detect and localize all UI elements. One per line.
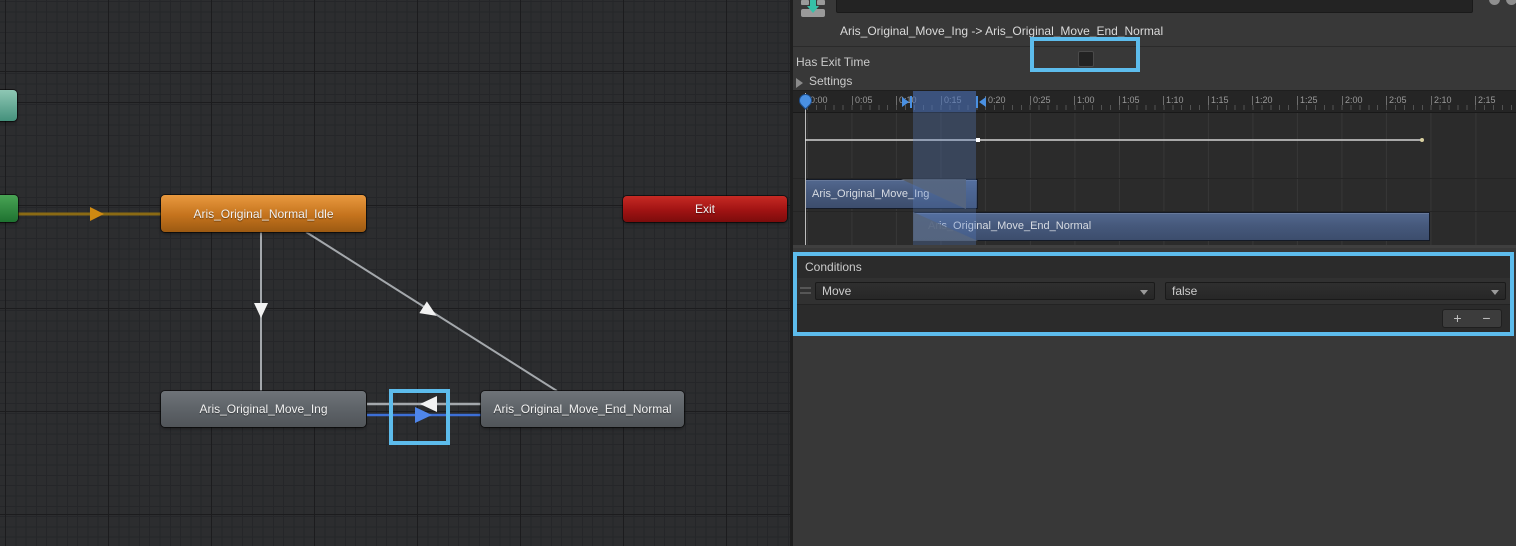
state-move-ing[interactable]: Aris_Original_Move_Ing — [161, 391, 366, 427]
transition-idle-to-move-end[interactable] — [306, 232, 557, 391]
state-normal-idle[interactable]: Aris_Original_Normal_Idle — [161, 195, 366, 232]
drag-handle-icon[interactable] — [800, 287, 811, 295]
conditions-panel: Conditions Move false + − — [793, 252, 1514, 336]
state-exit[interactable]: Exit — [623, 196, 787, 222]
ruler-tick: 2:05 — [1386, 95, 1407, 105]
clip-bar-move-end-normal[interactable]: Aris_Original_Move_End_Normal — [913, 212, 1430, 241]
ruler-tick: 1:20 — [1252, 95, 1273, 105]
transition-end-node-dot[interactable] — [976, 138, 980, 142]
condition-value-dropdown[interactable]: false — [1165, 282, 1506, 300]
condition-value: false — [1172, 284, 1197, 298]
conditions-header: Conditions — [797, 256, 1510, 278]
transition-name-field[interactable] — [836, 0, 1473, 13]
transition-start-marker[interactable] — [902, 96, 912, 108]
blend-weight-line — [805, 139, 1422, 141]
any-state-node[interactable] — [0, 90, 17, 121]
ruler-tick: 2:15 — [1475, 95, 1496, 105]
playhead-line[interactable] — [805, 93, 806, 246]
ruler-tick: 1:00 — [1074, 95, 1095, 105]
condition-parameter-dropdown[interactable]: Move — [815, 282, 1155, 300]
dropdown-arrow-icon — [1140, 290, 1148, 295]
transition-title: Aris_Original_Move_Ing -> Aris_Original_… — [840, 24, 1163, 38]
add-remove-button-group: + − — [1442, 309, 1502, 328]
transition-end-marker[interactable] — [976, 96, 986, 108]
help-icon[interactable] — [1489, 0, 1500, 5]
has-exit-time-label: Has Exit Time — [796, 55, 870, 69]
ruler-tick: 1:15 — [1208, 95, 1229, 105]
add-condition-button[interactable]: + — [1443, 310, 1472, 327]
weight-line-end-dot — [1420, 138, 1424, 142]
highlight-box-transition-arrows — [389, 389, 450, 445]
dropdown-arrow-icon — [1491, 290, 1499, 295]
ruler-tick: 1:25 — [1297, 95, 1318, 105]
conditions-footer: + − — [797, 304, 1510, 332]
timeline-bottom-strip — [793, 245, 1516, 248]
transition-idle-to-move-ing[interactable] — [254, 232, 268, 391]
state-move-end-normal[interactable]: Aris_Original_Move_End_Normal — [481, 391, 684, 427]
ruler-tick: 0:20 — [985, 95, 1006, 105]
ruler-tick: 1:10 — [1163, 95, 1184, 105]
ruler-minor-ticks — [807, 105, 1516, 110]
animator-window: Aris_Original_Normal_Idle Exit Aris_Orig… — [0, 0, 1516, 546]
ruler-tick: 2:00 — [1342, 95, 1363, 105]
section-divider — [793, 46, 1516, 47]
ruler-tick: 0:05 — [852, 95, 873, 105]
transition-icon — [800, 0, 826, 17]
clip-bar-move-ing[interactable]: Aris_Original_Move_Ing — [805, 179, 978, 209]
ruler-tick: 0:15 — [941, 95, 962, 105]
ruler-tick: 2:10 — [1431, 95, 1452, 105]
remove-condition-button[interactable]: − — [1472, 310, 1501, 327]
entry-node[interactable] — [0, 195, 18, 222]
conditions-title: Conditions — [805, 260, 862, 274]
settings-foldout[interactable]: Settings — [809, 74, 852, 88]
condition-row: Move false — [797, 278, 1510, 304]
transition-inspector: Aris_Original_Move_Ing -> Aris_Original_… — [793, 0, 1516, 546]
transition-lines — [0, 0, 790, 546]
ruler-tick: 1:05 — [1119, 95, 1140, 105]
highlight-box-checkbox — [1030, 37, 1140, 72]
condition-parameter-value: Move — [822, 284, 851, 298]
gear-icon[interactable] — [1506, 0, 1516, 5]
transition-timeline[interactable]: 0:00 0:05 0:10 0:15 0:20 0:25 1:00 1:05 … — [793, 90, 1516, 248]
state-machine-canvas[interactable]: Aris_Original_Normal_Idle Exit Aris_Orig… — [0, 0, 790, 546]
settings-foldout-arrow-icon[interactable] — [796, 78, 803, 88]
ruler-tick: 0:25 — [1030, 95, 1051, 105]
transition-entry-to-idle[interactable] — [18, 207, 161, 221]
